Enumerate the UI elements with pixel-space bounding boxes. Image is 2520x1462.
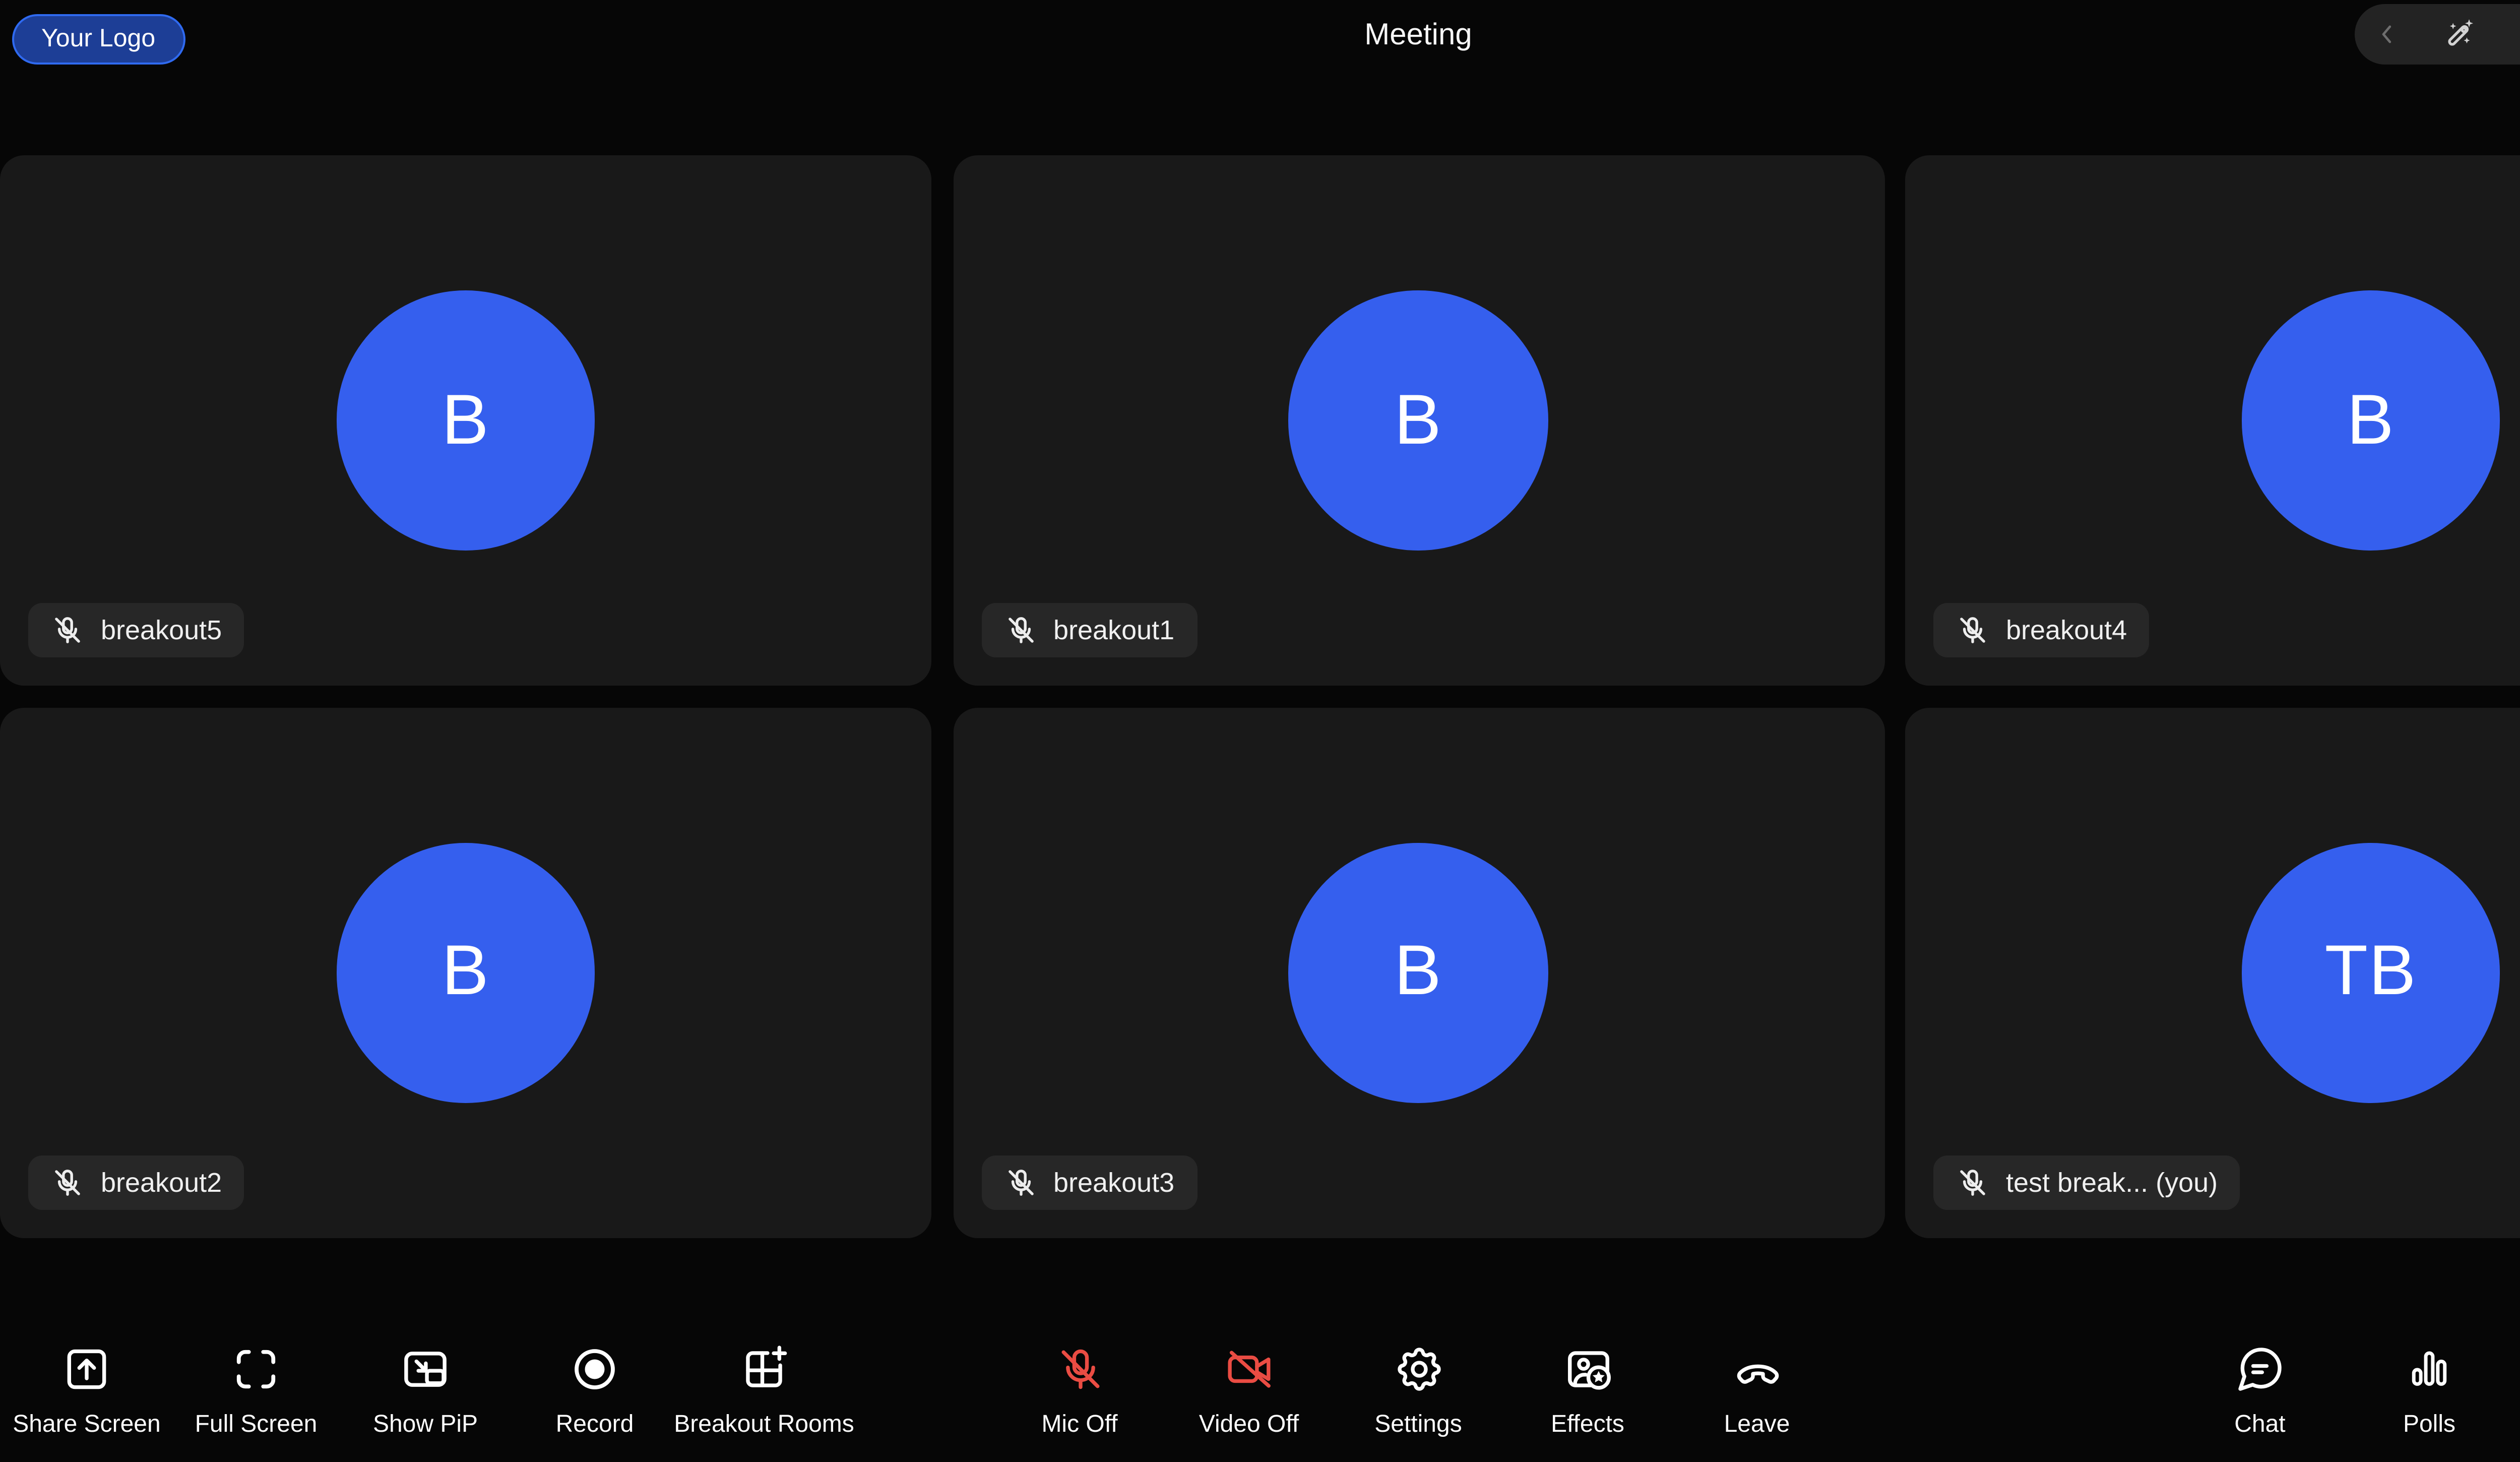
name-badge: breakout5 — [28, 603, 244, 658]
avatar: B — [1289, 843, 1548, 1103]
gear-icon — [1392, 1343, 1444, 1395]
toolbar-label: Video Off — [1199, 1410, 1299, 1438]
toolbar-label: Mic Off — [1041, 1410, 1117, 1438]
mic-off-icon — [1956, 1166, 1990, 1200]
page-title: Meeting — [0, 18, 2520, 52]
chat-button[interactable]: Chat — [2175, 1343, 2345, 1438]
record-button[interactable]: Record — [510, 1343, 679, 1438]
name-badge: breakout4 — [1933, 603, 2149, 658]
screen-share-icon — [60, 1343, 113, 1395]
leave-call-icon — [1731, 1343, 1783, 1395]
toolbar-right-group: Chat Polls — [2175, 1343, 2520, 1438]
control-bar: Share Screen Full Screen — [0, 1238, 2520, 1462]
video-grid: B breakout5 B — [0, 155, 2520, 1238]
mic-off-icon — [1003, 1166, 1037, 1200]
mic-off-icon — [1053, 1343, 1106, 1395]
participant-name: breakout2 — [101, 1168, 222, 1198]
toolbar-center-group: Mic Off Video Off — [995, 1343, 1842, 1438]
chat-icon — [2234, 1343, 2286, 1395]
polls-button[interactable]: Polls — [2345, 1343, 2514, 1438]
fullscreen-icon — [230, 1343, 282, 1395]
breakout-rooms-button[interactable]: Breakout Rooms — [679, 1343, 849, 1438]
toolbar-label: Share Screen — [13, 1410, 161, 1438]
record-icon — [569, 1343, 621, 1395]
toolbar-label: Effects — [1551, 1410, 1624, 1438]
participant-name: breakout4 — [2006, 616, 2127, 646]
mic-off-icon — [1003, 614, 1037, 648]
avatar: TB — [2241, 843, 2500, 1103]
share-screen-button[interactable]: Share Screen — [2, 1343, 171, 1438]
header-right: 06:56 7 — [2354, 2, 2520, 67]
participant-tile-self[interactable]: TB test break... (you) — [1905, 707, 2520, 1238]
meeting-app: Your Logo Meeting — [0, 0, 2520, 1462]
participant-tile[interactable]: B breakout2 — [0, 707, 931, 1238]
toolbar-left-group: Share Screen Full Screen — [2, 1343, 849, 1438]
toolbar-label: Chat — [2234, 1410, 2285, 1438]
participant-name: breakout3 — [1053, 1168, 1174, 1198]
show-pip-button[interactable]: Show PiP — [341, 1343, 510, 1438]
effects-button[interactable]: Effects — [1503, 1343, 1672, 1438]
name-badge: breakout2 — [28, 1155, 244, 1210]
toolbar-label: Settings — [1374, 1410, 1462, 1438]
polls-icon — [2403, 1343, 2455, 1395]
toolbar-label: Record — [556, 1410, 634, 1438]
mic-toggle-button[interactable]: Mic Off — [995, 1343, 1164, 1438]
avatar: B — [336, 291, 595, 551]
layout-nav-pill — [2354, 4, 2520, 65]
participant-name: breakout5 — [101, 616, 222, 646]
toolbar-label: Show PiP — [373, 1410, 478, 1438]
effects-icon — [1561, 1343, 1614, 1395]
settings-button[interactable]: Settings — [1334, 1343, 1503, 1438]
mic-off-icon — [1956, 614, 1990, 648]
breakout-rooms-icon — [738, 1343, 790, 1395]
toolbar-label: Breakout Rooms — [674, 1410, 854, 1438]
toolbar-label: Full Screen — [195, 1410, 318, 1438]
video-toggle-button[interactable]: Video Off — [1164, 1343, 1334, 1438]
participant-tile[interactable]: B breakout1 — [953, 155, 1884, 686]
chevron-left-icon[interactable] — [2372, 20, 2401, 48]
leave-button[interactable]: Leave — [1672, 1343, 1842, 1438]
full-screen-button[interactable]: Full Screen — [171, 1343, 341, 1438]
chevron-right-icon[interactable] — [2517, 20, 2520, 48]
picture-in-picture-icon — [399, 1343, 452, 1395]
participant-name: test break... (you) — [2006, 1168, 2218, 1198]
avatar: B — [336, 843, 595, 1103]
header: Your Logo Meeting — [0, 0, 2520, 155]
toolbar-label: Polls — [2403, 1410, 2455, 1438]
mic-off-icon — [50, 614, 85, 648]
avatar: B — [1289, 291, 1548, 551]
participant-name: breakout1 — [1053, 616, 1174, 646]
participant-tile[interactable]: B breakout3 — [953, 707, 1884, 1238]
name-badge: test break... (you) — [1933, 1155, 2240, 1210]
mic-off-icon — [50, 1166, 85, 1200]
toolbar-label: Leave — [1724, 1410, 1790, 1438]
name-badge: breakout3 — [981, 1155, 1196, 1210]
name-badge: breakout1 — [981, 603, 1196, 658]
magic-wand-icon[interactable] — [2438, 13, 2480, 55]
video-off-icon — [1223, 1343, 1275, 1395]
participant-tile[interactable]: B breakout4 — [1905, 155, 2520, 686]
participants-button[interactable]: Participants — [2514, 1343, 2520, 1438]
participant-tile[interactable]: B breakout5 — [0, 155, 931, 686]
avatar: B — [2241, 291, 2500, 551]
